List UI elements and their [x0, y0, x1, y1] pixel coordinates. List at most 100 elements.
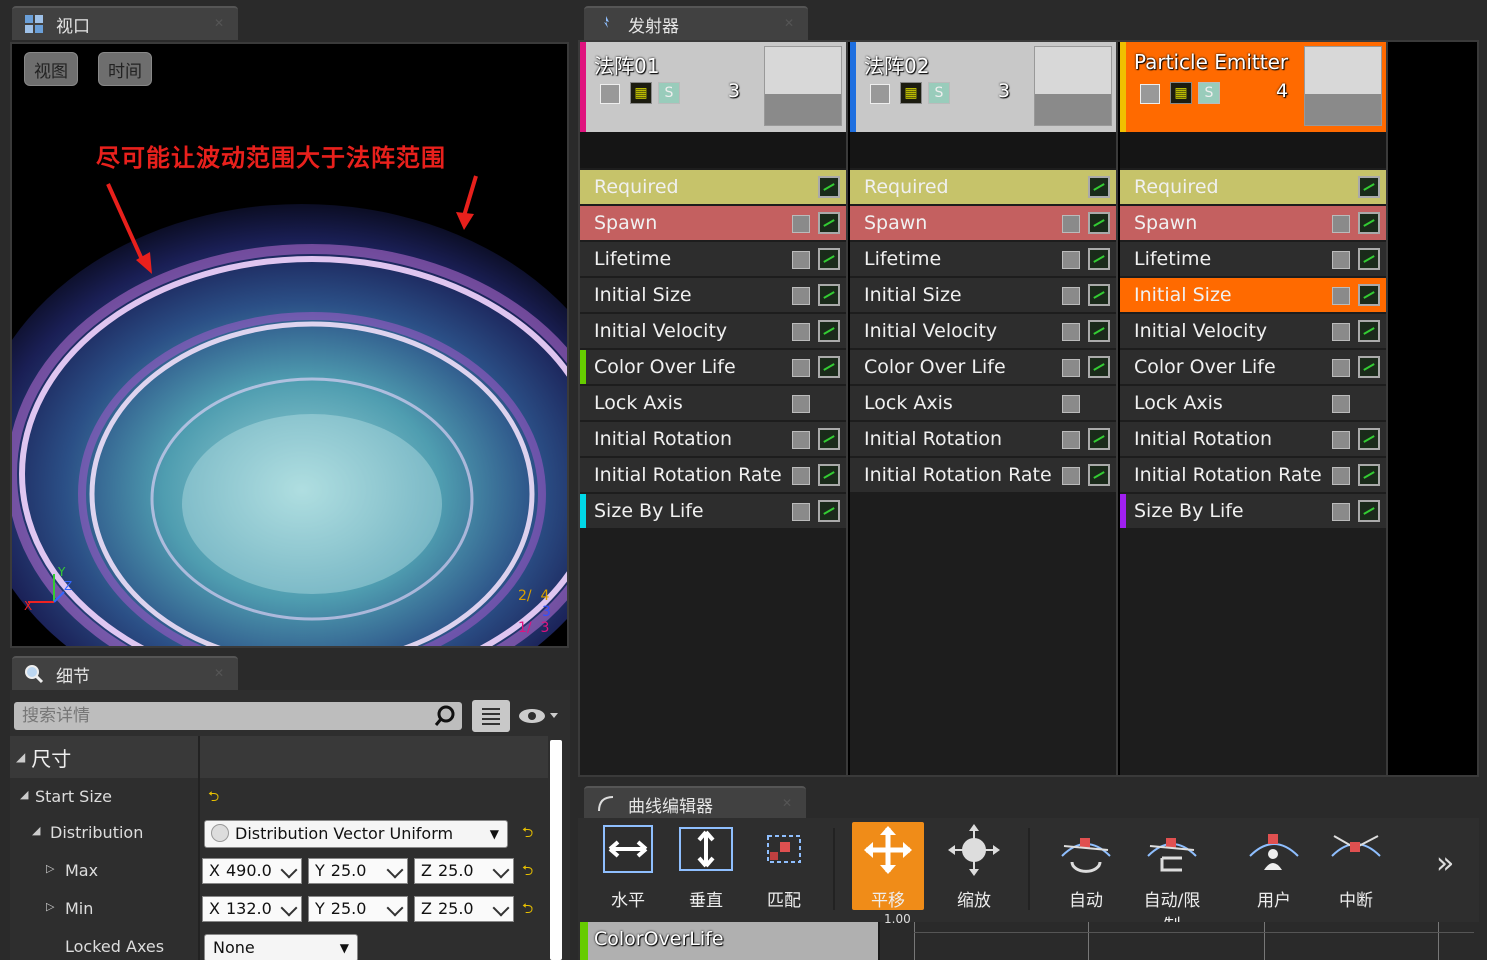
expand-icon[interactable]: ▷ [46, 862, 54, 875]
module-row[interactable]: Initial Size [850, 278, 1116, 312]
solo-icon[interactable]: S [658, 82, 680, 104]
vertical-fit-button[interactable]: 垂直 [670, 822, 742, 911]
more-button[interactable]: » [1436, 846, 1454, 881]
search-icon[interactable] [434, 704, 458, 728]
close-icon[interactable]: ✕ [214, 666, 224, 680]
module-enabled-checkbox[interactable] [1062, 395, 1080, 413]
module-row[interactable]: Initial Rotation [850, 422, 1116, 456]
curve-graph-icon[interactable] [1358, 464, 1380, 486]
module-row[interactable]: Initial Rotation [1120, 422, 1386, 456]
module-enabled-checkbox[interactable] [1332, 395, 1350, 413]
module-enabled-checkbox[interactable] [1332, 287, 1350, 305]
module-row[interactable]: Initial Rotation Rate [850, 458, 1116, 492]
curve-graph-icon[interactable] [1358, 248, 1380, 270]
emitter-enabled-checkbox[interactable] [1140, 84, 1160, 104]
details-tab[interactable]: 细节 ✕ [12, 656, 238, 690]
curve-graph-icon[interactable] [818, 248, 840, 270]
module-enabled-checkbox[interactable] [1062, 431, 1080, 449]
typedata-slot[interactable] [1120, 132, 1386, 168]
curve-graph-icon[interactable] [1088, 212, 1110, 234]
curve-graph-icon[interactable] [1088, 284, 1110, 306]
min-z-field[interactable]: Z 25.0 [414, 896, 514, 922]
module-enabled-checkbox[interactable] [1332, 215, 1350, 233]
max-y-field[interactable]: Y 25.0 [308, 858, 408, 884]
module-row[interactable]: Required [580, 170, 846, 204]
size-section-header[interactable]: ◢ 尺寸 [10, 736, 548, 778]
zoom-button[interactable]: 缩放 [938, 822, 1010, 911]
max-x-field[interactable]: X 490.0 [202, 858, 302, 884]
module-row[interactable]: Lifetime [580, 242, 846, 276]
search-input[interactable]: 搜索详情 [14, 702, 462, 730]
curve-graph-icon[interactable] [818, 464, 840, 486]
track-item[interactable]: ColorOverLife [580, 922, 878, 960]
curve-graph-icon[interactable] [1358, 320, 1380, 342]
module-row[interactable]: Lock Axis [1120, 386, 1386, 420]
module-row[interactable]: Lock Axis [850, 386, 1116, 420]
emitter-enabled-checkbox[interactable] [870, 84, 890, 104]
curve-graph-icon[interactable] [818, 356, 840, 378]
curve-graph-icon[interactable] [818, 320, 840, 342]
module-row[interactable]: Size By Life [580, 494, 846, 528]
curve-graph-icon[interactable] [1358, 284, 1380, 306]
close-icon[interactable]: ✕ [214, 16, 224, 30]
module-enabled-checkbox[interactable] [1332, 431, 1350, 449]
emitter-enabled-checkbox[interactable] [600, 84, 620, 104]
locked-axes-dropdown[interactable]: None ▼ [204, 934, 358, 960]
min-y-field[interactable]: Y 25.0 [308, 896, 408, 922]
emitter-column[interactable]: 法阵01 ▦ S 3 Required Spawn Lifetime Initial Size… [580, 42, 848, 775]
module-enabled-checkbox[interactable] [792, 431, 810, 449]
details-scrollbar[interactable] [550, 740, 562, 960]
min-x-field[interactable]: X 132.0 [202, 896, 302, 922]
eye-icon[interactable] [516, 704, 560, 728]
break-tangent-button[interactable]: 中断 [1320, 822, 1392, 911]
time-button[interactable]: 时间 [98, 52, 152, 86]
module-row[interactable]: Lock Axis [580, 386, 846, 420]
module-row[interactable]: Spawn [1120, 206, 1386, 240]
expand-icon[interactable]: ▷ [46, 900, 54, 913]
close-icon[interactable]: ✕ [784, 16, 794, 30]
reset-icon[interactable]: ⮌ [522, 860, 533, 884]
module-row[interactable]: Color Over Life [580, 350, 846, 384]
curve-graph-icon[interactable] [1358, 428, 1380, 450]
module-row[interactable]: Color Over Life [1120, 350, 1386, 384]
module-enabled-checkbox[interactable] [792, 287, 810, 305]
module-row[interactable]: Initial Size [580, 278, 846, 312]
module-row[interactable]: Spawn [850, 206, 1116, 240]
module-enabled-checkbox[interactable] [792, 323, 810, 341]
module-row[interactable]: Lifetime [850, 242, 1116, 276]
curve-graph-icon[interactable] [1358, 212, 1380, 234]
module-row[interactable]: Initial Velocity [580, 314, 846, 348]
distribution-dropdown[interactable]: Distribution Vector Uniform ▼ [204, 820, 508, 848]
typedata-slot[interactable] [580, 132, 846, 168]
solo-icon[interactable]: S [1198, 82, 1220, 104]
module-enabled-checkbox[interactable] [1332, 503, 1350, 521]
module-enabled-checkbox[interactable] [1332, 467, 1350, 485]
emitter-header[interactable]: Particle Emitter ▦ S 4 [1120, 42, 1386, 132]
render-mode-icon[interactable]: ▦ [1170, 82, 1192, 104]
viewport[interactable]: 视图 时间 尽可能让波动范围大于法阵范围 Y Z X 2/ 4 3 1/ 3 [10, 42, 569, 648]
auto-tangent-button[interactable]: 自动 [1050, 822, 1122, 911]
curve-editor-tab[interactable]: 曲线编辑器 ✕ [584, 786, 806, 820]
solo-icon[interactable]: S [928, 82, 950, 104]
curve-graph-icon[interactable] [1088, 428, 1110, 450]
module-enabled-checkbox[interactable] [792, 395, 810, 413]
emitter-column[interactable]: Particle Emitter ▦ S 4 Required Spawn Lifetime… [1120, 42, 1388, 775]
view-button[interactable]: 视图 [24, 52, 78, 86]
curve-graph-icon[interactable] [818, 428, 840, 450]
horizontal-fit-button[interactable]: 水平 [592, 822, 664, 911]
render-mode-icon[interactable]: ▦ [900, 82, 922, 104]
curve-graph-icon[interactable] [818, 176, 840, 198]
emitter-header[interactable]: 法阵02 ▦ S 3 [850, 42, 1116, 132]
curve-graph[interactable]: 1.00 [880, 912, 1479, 960]
module-enabled-checkbox[interactable] [1062, 251, 1080, 269]
module-enabled-checkbox[interactable] [1062, 467, 1080, 485]
module-row[interactable]: Initial Rotation Rate [580, 458, 846, 492]
curve-graph-icon[interactable] [818, 284, 840, 306]
module-row[interactable]: Color Over Life [850, 350, 1116, 384]
curve-graph-icon[interactable] [1088, 464, 1110, 486]
emitter-header[interactable]: 法阵01 ▦ S 3 [580, 42, 846, 132]
module-row[interactable]: Initial Rotation Rate [1120, 458, 1386, 492]
curve-graph-icon[interactable] [818, 500, 840, 522]
module-enabled-checkbox[interactable] [792, 503, 810, 521]
collapse-icon[interactable]: ◢ [32, 824, 40, 837]
